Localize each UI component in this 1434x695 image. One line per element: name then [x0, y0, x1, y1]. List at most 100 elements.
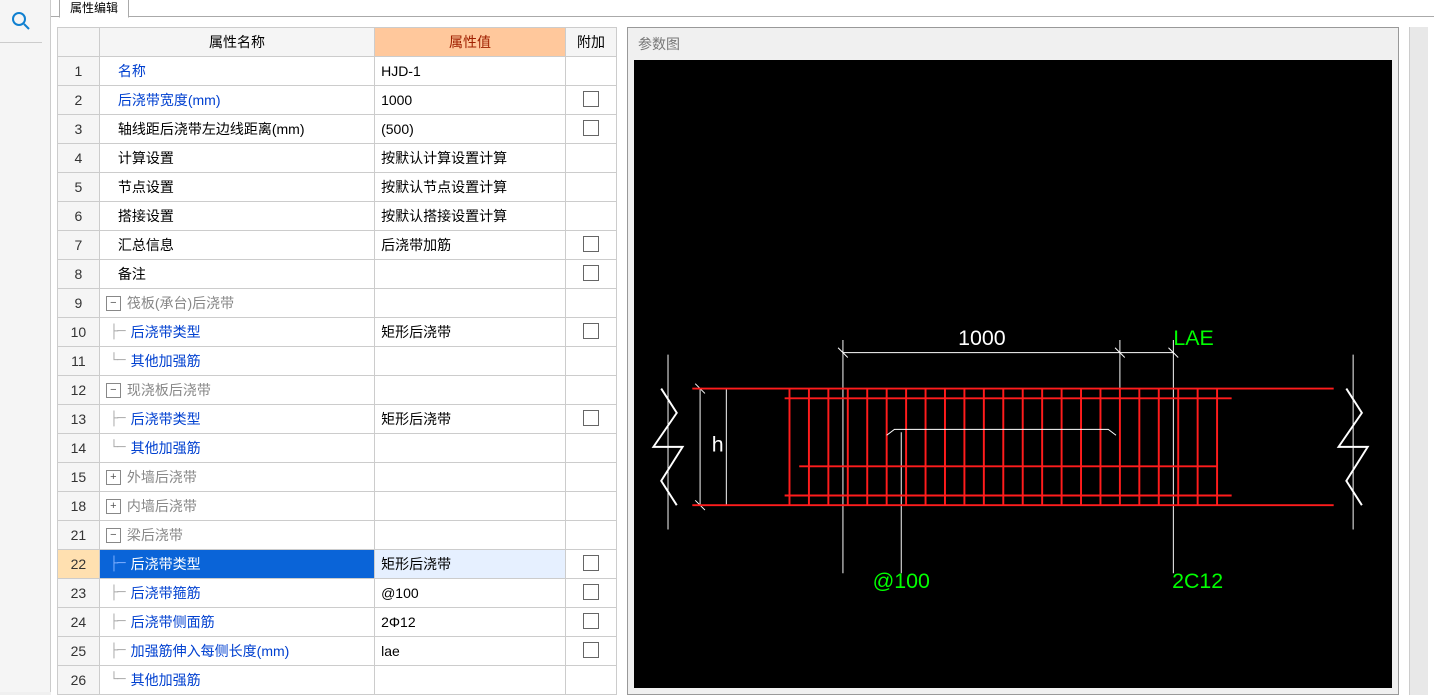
property-name-cell[interactable]: ├─后浇带类型	[99, 550, 374, 579]
property-name-cell[interactable]: 搭接设置	[99, 202, 374, 231]
table-row[interactable]: 5节点设置按默认节点设置计算	[58, 173, 617, 202]
property-value-cell[interactable]	[375, 347, 566, 376]
table-row[interactable]: 2后浇带宽度(mm)1000	[58, 86, 617, 115]
table-row[interactable]: 13├─后浇带类型矩形后浇带	[58, 405, 617, 434]
table-row[interactable]: 25├─加强筋伸入每侧长度(mm)lae	[58, 637, 617, 666]
table-row[interactable]: 23├─后浇带箍筋@100	[58, 579, 617, 608]
table-row[interactable]: 8备注	[58, 260, 617, 289]
property-name-cell[interactable]: └─其他加强筋	[99, 666, 374, 695]
property-value-cell[interactable]: 1000	[375, 86, 566, 115]
header-name[interactable]: 属性名称	[99, 28, 374, 57]
property-name-cell[interactable]: 备注	[99, 260, 374, 289]
table-row[interactable]: 1名称HJD-1	[58, 57, 617, 86]
property-name-cell[interactable]: 汇总信息	[99, 231, 374, 260]
table-row[interactable]: 3轴线距后浇带左边线距离(mm)(500)	[58, 115, 617, 144]
table-row[interactable]: 6搭接设置按默认搭接设置计算	[58, 202, 617, 231]
table-row[interactable]: 10├─后浇带类型矩形后浇带	[58, 318, 617, 347]
property-name-cell[interactable]: 后浇带宽度(mm)	[99, 86, 374, 115]
property-name-cell[interactable]: 计算设置	[99, 144, 374, 173]
table-row[interactable]: 22├─后浇带类型矩形后浇带	[58, 550, 617, 579]
collapse-icon[interactable]: −	[106, 383, 121, 398]
property-name-cell[interactable]: └─其他加强筋	[99, 434, 374, 463]
table-row[interactable]: 4计算设置按默认计算设置计算	[58, 144, 617, 173]
property-value-cell[interactable]	[375, 463, 566, 492]
property-name-cell[interactable]: −现浇板后浇带	[99, 376, 374, 405]
property-value-cell[interactable]: 按默认节点设置计算	[375, 173, 566, 202]
scrollbar-vertical[interactable]	[1409, 27, 1428, 695]
property-value-cell[interactable]	[375, 492, 566, 521]
extra-checkbox[interactable]	[583, 265, 599, 281]
table-row[interactable]: 24├─后浇带侧面筋2Φ12	[58, 608, 617, 637]
row-number: 26	[58, 666, 100, 695]
extra-checkbox[interactable]	[583, 584, 599, 600]
header-value[interactable]: 属性值	[375, 28, 566, 57]
property-name-cell[interactable]: ├─加强筋伸入每侧长度(mm)	[99, 637, 374, 666]
dim-1000: 1000	[958, 326, 1006, 350]
property-value-cell[interactable]	[375, 521, 566, 550]
extra-checkbox[interactable]	[583, 323, 599, 339]
property-value-cell[interactable]: HJD-1	[375, 57, 566, 86]
extra-checkbox[interactable]	[583, 236, 599, 252]
property-value-cell[interactable]: 矩形后浇带	[375, 550, 566, 579]
property-value-cell[interactable]: 按默认计算设置计算	[375, 144, 566, 173]
property-name-cell[interactable]: −筏板(承台)后浇带	[99, 289, 374, 318]
property-value-cell[interactable]: 矩形后浇带	[375, 405, 566, 434]
property-name-cell[interactable]: 节点设置	[99, 173, 374, 202]
property-name-cell[interactable]: ├─后浇带类型	[99, 318, 374, 347]
diagram-view[interactable]: 1000 LAE h @100 2C12	[634, 60, 1392, 688]
property-name-cell[interactable]: +内墙后浇带	[99, 492, 374, 521]
property-name-cell[interactable]: −梁后浇带	[99, 521, 374, 550]
extra-cell	[565, 463, 616, 492]
property-name-cell[interactable]: 名称	[99, 57, 374, 86]
table-row[interactable]: 12−现浇板后浇带	[58, 376, 617, 405]
extra-cell	[565, 637, 616, 666]
table-row[interactable]: 9−筏板(承台)后浇带	[58, 289, 617, 318]
app-window: 属性编辑 属性名称 属性值 附加 1名称HJD-12后浇带宽度(mm)10003…	[0, 0, 1434, 692]
extra-checkbox[interactable]	[583, 613, 599, 629]
table-row[interactable]: 26└─其他加强筋	[58, 666, 617, 695]
property-name-cell[interactable]: ├─后浇带箍筋	[99, 579, 374, 608]
property-value-cell[interactable]	[375, 434, 566, 463]
row-number: 8	[58, 260, 100, 289]
property-value-cell[interactable]	[375, 376, 566, 405]
expand-icon[interactable]: +	[106, 499, 121, 514]
extra-cell	[565, 347, 616, 376]
property-value-cell[interactable]: (500)	[375, 115, 566, 144]
property-name-cell[interactable]: ├─后浇带侧面筋	[99, 608, 374, 637]
property-value-cell[interactable]: 2Φ12	[375, 608, 566, 637]
table-row[interactable]: 14└─其他加强筋	[58, 434, 617, 463]
diagram-panel: 参数图	[627, 27, 1399, 695]
label-bars: 2C12	[1172, 569, 1223, 593]
table-row[interactable]: 18+内墙后浇带	[58, 492, 617, 521]
property-name-cell[interactable]: + 外墙后浇带	[99, 463, 374, 492]
extra-checkbox[interactable]	[583, 120, 599, 136]
search-icon[interactable]	[0, 0, 42, 43]
property-value-cell[interactable]	[375, 289, 566, 318]
panel-tab[interactable]: 属性编辑	[59, 0, 129, 18]
extra-checkbox[interactable]	[583, 555, 599, 571]
collapse-icon[interactable]: −	[106, 296, 121, 311]
header-extra[interactable]: 附加	[565, 28, 616, 57]
extra-checkbox[interactable]	[583, 91, 599, 107]
extra-checkbox[interactable]	[583, 642, 599, 658]
group-label: 现浇板后浇带	[127, 380, 211, 400]
property-value-cell[interactable]	[375, 260, 566, 289]
property-name-cell[interactable]: ├─后浇带类型	[99, 405, 374, 434]
table-row[interactable]: 7汇总信息后浇带加筋	[58, 231, 617, 260]
table-row[interactable]: 21−梁后浇带	[58, 521, 617, 550]
expand-icon[interactable]: +	[106, 470, 121, 485]
group-label: 外墙后浇带	[127, 467, 197, 487]
table-row[interactable]: 15+外墙后浇带	[58, 463, 617, 492]
property-value-cell[interactable]: 矩形后浇带	[375, 318, 566, 347]
property-value-cell[interactable]	[375, 666, 566, 695]
table-row[interactable]: 11└─其他加强筋	[58, 347, 617, 376]
property-value-cell[interactable]: 按默认搭接设置计算	[375, 202, 566, 231]
property-value-cell[interactable]: lae	[375, 637, 566, 666]
extra-cell	[565, 579, 616, 608]
property-name-cell[interactable]: └─其他加强筋	[99, 347, 374, 376]
collapse-icon[interactable]: −	[106, 528, 121, 543]
property-value-cell[interactable]: 后浇带加筋	[375, 231, 566, 260]
extra-checkbox[interactable]	[583, 410, 599, 426]
property-name-cell[interactable]: 轴线距后浇带左边线距离(mm)	[99, 115, 374, 144]
property-value-cell[interactable]: @100	[375, 579, 566, 608]
